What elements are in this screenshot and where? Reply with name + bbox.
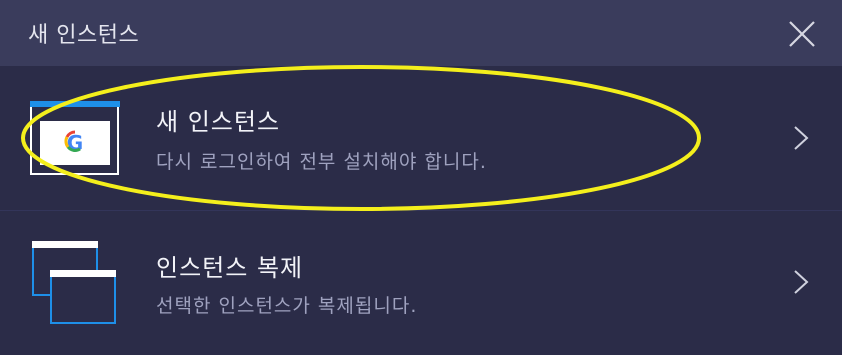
option-new-instance[interactable]: G 새 인스턴스 다시 로그인하여 전부 설치해야 합니다.: [0, 66, 842, 210]
chevron-right-icon: [794, 270, 809, 294]
option-subtitle: 다시 로그인하여 전부 설치해야 합니다.: [156, 151, 487, 173]
option-title: 인스턴스 복제: [156, 254, 304, 282]
option-title: 새 인스턴스: [156, 108, 281, 136]
dialog-titlebar: 새 인스턴스: [0, 0, 842, 66]
option-subtitle: 선택한 인스턴스가 복제됩니다.: [156, 295, 418, 317]
new-instance-google-icon: G: [30, 101, 120, 175]
dialog-title: 새 인스턴스: [28, 23, 140, 48]
clone-instance-icon: [32, 241, 116, 324]
close-icon[interactable]: [786, 18, 818, 50]
option-clone-instance[interactable]: 인스턴스 복제 선택한 인스턴스가 복제됩니다.: [0, 210, 842, 355]
chevron-right-icon: [794, 126, 809, 150]
